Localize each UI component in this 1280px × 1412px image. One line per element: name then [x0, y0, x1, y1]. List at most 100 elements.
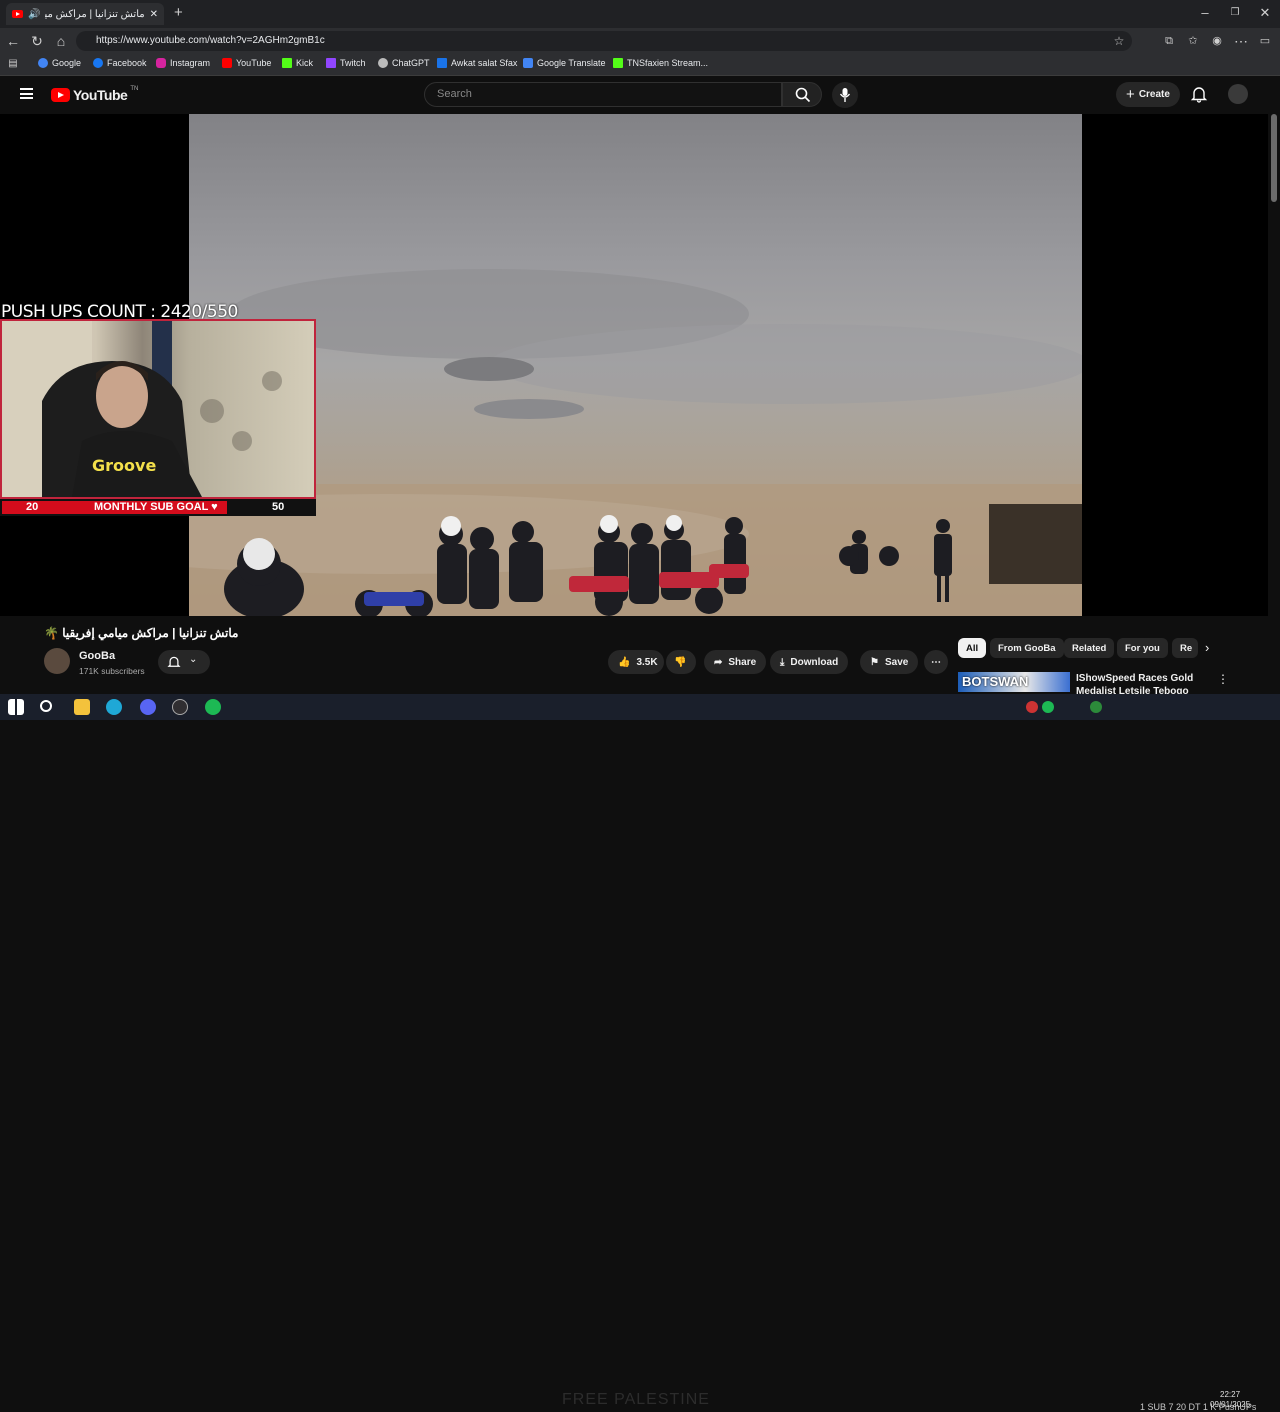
thumbs-down-icon: 👎	[674, 656, 687, 668]
awkat-icon	[437, 58, 447, 68]
chip-all[interactable]: All	[958, 638, 987, 658]
chip-from-gooba[interactable]: From GooBa	[990, 638, 1064, 658]
bookmark-facebook[interactable]: Facebook	[93, 58, 147, 68]
spotify-icon[interactable]	[205, 699, 221, 715]
bookmark-label: Awkat salat Sfax	[451, 58, 518, 68]
obs-icon[interactable]	[172, 699, 188, 715]
share-button[interactable]: ➦ Share	[704, 650, 767, 674]
minimize-button[interactable]: –	[1190, 5, 1220, 20]
channel-name[interactable]: GooBa	[79, 650, 115, 662]
bookmark-label: ChatGPT	[392, 58, 430, 68]
page-scrollbar[interactable]	[1268, 76, 1280, 688]
thumbnail-text: BOTSWAN	[962, 674, 1029, 689]
bookmark-awkat-salat[interactable]: Awkat salat Sfax	[437, 58, 517, 68]
save-label: Save	[884, 656, 909, 668]
network-tray-icon[interactable]	[1090, 701, 1102, 713]
plus-icon: +	[1126, 86, 1135, 103]
search-input[interactable]: Search	[424, 82, 782, 107]
bookmark-twitch[interactable]: Twitch	[326, 58, 366, 68]
video-info-section: ماتش تنزانيا | مراكش ميامي إفريقيا 🌴 Goo…	[0, 616, 1268, 697]
chips-next-chevron-icon[interactable]: ›	[1205, 640, 1209, 655]
channel-avatar[interactable]	[44, 648, 70, 674]
chevron-down-icon: ⌄	[189, 654, 198, 665]
create-button[interactable]: + Create	[1116, 82, 1180, 107]
favorites-icon[interactable]: ✩	[1184, 32, 1202, 50]
dislike-button[interactable]: 👎	[666, 650, 696, 674]
discord-icon[interactable]	[140, 699, 156, 715]
windows-taskbar: FREE PALESTINE 1 SUB 7 20 DT 1 K PushUPs…	[0, 694, 1280, 1412]
tray-app-icon[interactable]	[1026, 701, 1038, 713]
new-tab-button[interactable]: +	[174, 4, 183, 21]
bookmark-kick[interactable]: Kick	[282, 58, 313, 68]
close-tab-icon[interactable]: ✕	[150, 9, 158, 20]
bookmark-tnsfaxien[interactable]: TNSfaxien Stream...	[613, 58, 708, 68]
like-count: 3.5K	[636, 656, 658, 668]
bookmarks-bar: ▤ Google Facebook Instagram YouTube Kick…	[0, 54, 1280, 76]
youtube-play-icon	[51, 88, 70, 102]
address-bar-row: ← ↻ ⌂ https://www.youtube.com/watch?v=2A…	[0, 28, 1280, 54]
recommendation-more-icon[interactable]: ⋮	[1217, 672, 1229, 686]
profile-icon[interactable]: ◉	[1208, 32, 1226, 50]
spotify-tray-icon[interactable]	[1042, 701, 1054, 713]
speaker-icon[interactable]: 🔊	[28, 9, 40, 20]
subscription-bell-button[interactable]: ⌄	[158, 650, 210, 674]
kick-icon	[613, 58, 623, 68]
url-field[interactable]: https://www.youtube.com/watch?v=2AGHm2gm…	[76, 31, 1132, 51]
video-title: ماتش تنزانيا | مراكش ميامي إفريقيا 🌴	[44, 626, 239, 640]
close-window-button[interactable]: ✕	[1250, 5, 1280, 21]
more-horizontal-icon: ⋯	[931, 656, 941, 668]
bookmark-google-translate[interactable]: Google Translate	[523, 58, 606, 68]
back-button[interactable]: ←	[4, 32, 22, 50]
chip-for-you[interactable]: For you	[1117, 638, 1168, 658]
home-button[interactable]: ⌂	[52, 32, 70, 50]
video-frame[interactable]	[189, 114, 1082, 616]
sub-goal-current: 20	[26, 501, 39, 513]
svg-text:Groove: Groove	[92, 456, 156, 475]
bookmark-instagram[interactable]: Instagram	[156, 58, 210, 68]
bookmark-label: TNSfaxien Stream...	[627, 58, 709, 68]
microphone-icon	[839, 88, 851, 102]
bookmark-icon: ⚑	[870, 656, 879, 668]
voice-search-button[interactable]	[832, 82, 858, 108]
bookmark-google[interactable]: Google	[38, 58, 81, 68]
webcam-image: Groove	[2, 321, 282, 497]
maximize-button[interactable]: ❐	[1220, 7, 1250, 18]
chip-recent[interactable]: Re	[1172, 638, 1198, 658]
favorite-star-icon[interactable]: ☆	[1110, 32, 1128, 50]
browser-tab[interactable]: 🔊 ماتش تنزانيا | مراكش ميامي إفر ✕	[6, 3, 164, 25]
chip-related[interactable]: Related	[1064, 638, 1115, 658]
like-button[interactable]: 👍 3.5K	[608, 650, 664, 674]
subscriber-count: 171K subscribers	[79, 666, 145, 676]
chatgpt-icon	[378, 58, 388, 68]
system-clock[interactable]: 22:27 09/01/2025	[1210, 1390, 1250, 1410]
bookmark-youtube[interactable]: YouTube	[222, 58, 271, 68]
save-button[interactable]: ⚑ Save	[860, 650, 919, 674]
user-avatar[interactable]	[1228, 84, 1248, 104]
facebook-icon	[93, 58, 103, 68]
sidebar-icon[interactable]: ▭	[1256, 32, 1274, 50]
hamburger-menu-icon[interactable]	[20, 88, 33, 99]
create-label: Create	[1138, 89, 1170, 100]
search-taskbar-icon[interactable]	[40, 700, 52, 712]
bookmark-chatgpt[interactable]: ChatGPT	[378, 58, 430, 68]
bookmarks-menu-icon[interactable]: ▤	[4, 55, 22, 73]
extensions-icon[interactable]: ⧉	[1160, 32, 1178, 50]
kick-icon	[282, 58, 292, 68]
download-label: Download	[790, 656, 839, 668]
notifications-bell-icon[interactable]	[1190, 85, 1208, 103]
youtube-header: YouTube TN Search + Create	[0, 76, 1280, 114]
search-button[interactable]	[782, 82, 822, 107]
recommendation-thumbnail[interactable]: BOTSWAN	[958, 672, 1070, 692]
translate-icon	[523, 58, 533, 68]
download-button[interactable]: ⤓ Download	[770, 650, 849, 674]
more-menu-icon[interactable]: ⋯	[1232, 32, 1250, 50]
file-explorer-icon[interactable]	[74, 699, 90, 715]
windows-start-icon[interactable]	[8, 699, 24, 715]
browser-tab-bar: 🔊 ماتش تنزانيا | مراكش ميامي إفر ✕ + – ❐…	[0, 0, 1280, 28]
youtube-logo[interactable]: YouTube TN	[51, 86, 138, 103]
scrollbar-thumb[interactable]	[1271, 114, 1277, 202]
edge-browser-icon[interactable]	[106, 699, 122, 715]
reload-button[interactable]: ↻	[28, 32, 46, 50]
sub-goal-target: 50	[272, 501, 285, 513]
more-actions-button[interactable]: ⋯	[924, 650, 948, 674]
